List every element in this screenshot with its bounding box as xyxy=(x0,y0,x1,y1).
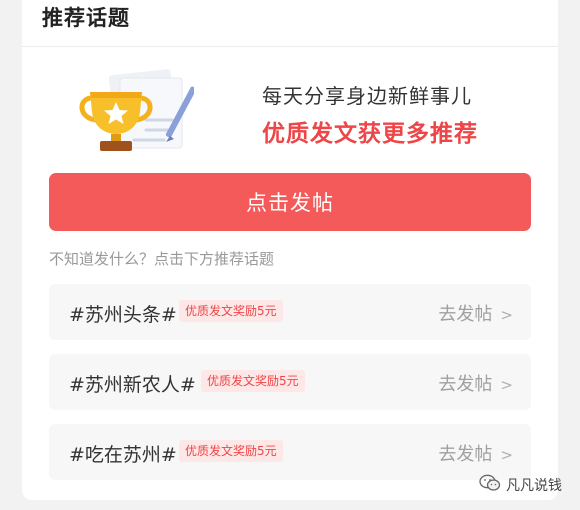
chevron-right-icon: > xyxy=(500,446,513,464)
chevron-right-icon: > xyxy=(500,306,513,324)
go-post-label: 去发帖 xyxy=(438,444,493,465)
recommended-topics-card: 推荐话题 每天分享身边新鲜事儿 优质发文获更多推荐 点击发帖 不知道发什么？点击… xyxy=(22,0,558,500)
watermark-text: 凡凡说钱 xyxy=(506,478,562,494)
promo-headline: 优质发文获更多推荐 xyxy=(262,121,478,147)
reward-badge: 优质发文奖励5元 xyxy=(179,300,283,322)
wechat-icon xyxy=(479,474,501,496)
go-post-label: 去发帖 xyxy=(438,304,493,325)
hint-text: 不知道发什么？点击下方推荐话题 xyxy=(49,250,275,268)
promo-subtitle: 每天分享身边新鲜事儿 xyxy=(262,84,472,108)
trophy-document-icon xyxy=(74,62,197,154)
reward-badge: 优质发文奖励5元 xyxy=(201,370,305,392)
card-title: 推荐话题 xyxy=(42,6,130,30)
topic-name: #吃在苏州# xyxy=(69,444,177,466)
go-post-label: 去发帖 xyxy=(438,374,493,395)
topic-name: #苏州头条# xyxy=(69,304,177,326)
topic-row[interactable]: #苏州新农人# 优质发文奖励5元 去发帖 > xyxy=(49,354,531,410)
card-header: 推荐话题 xyxy=(22,0,558,47)
reward-badge: 优质发文奖励5元 xyxy=(179,440,283,462)
topic-row[interactable]: #吃在苏州# 优质发文奖励5元 去发帖 > xyxy=(49,424,531,480)
go-post-link[interactable]: 去发帖 > xyxy=(438,370,513,396)
post-button[interactable]: 点击发帖 xyxy=(49,173,531,231)
chevron-right-icon: > xyxy=(500,376,513,394)
go-post-link[interactable]: 去发帖 > xyxy=(438,300,513,326)
watermark: 凡凡说钱 xyxy=(479,474,562,496)
topic-row[interactable]: #苏州头条# 优质发文奖励5元 去发帖 > xyxy=(49,284,531,340)
topic-name: #苏州新农人# xyxy=(69,374,196,396)
go-post-link[interactable]: 去发帖 > xyxy=(438,440,513,466)
